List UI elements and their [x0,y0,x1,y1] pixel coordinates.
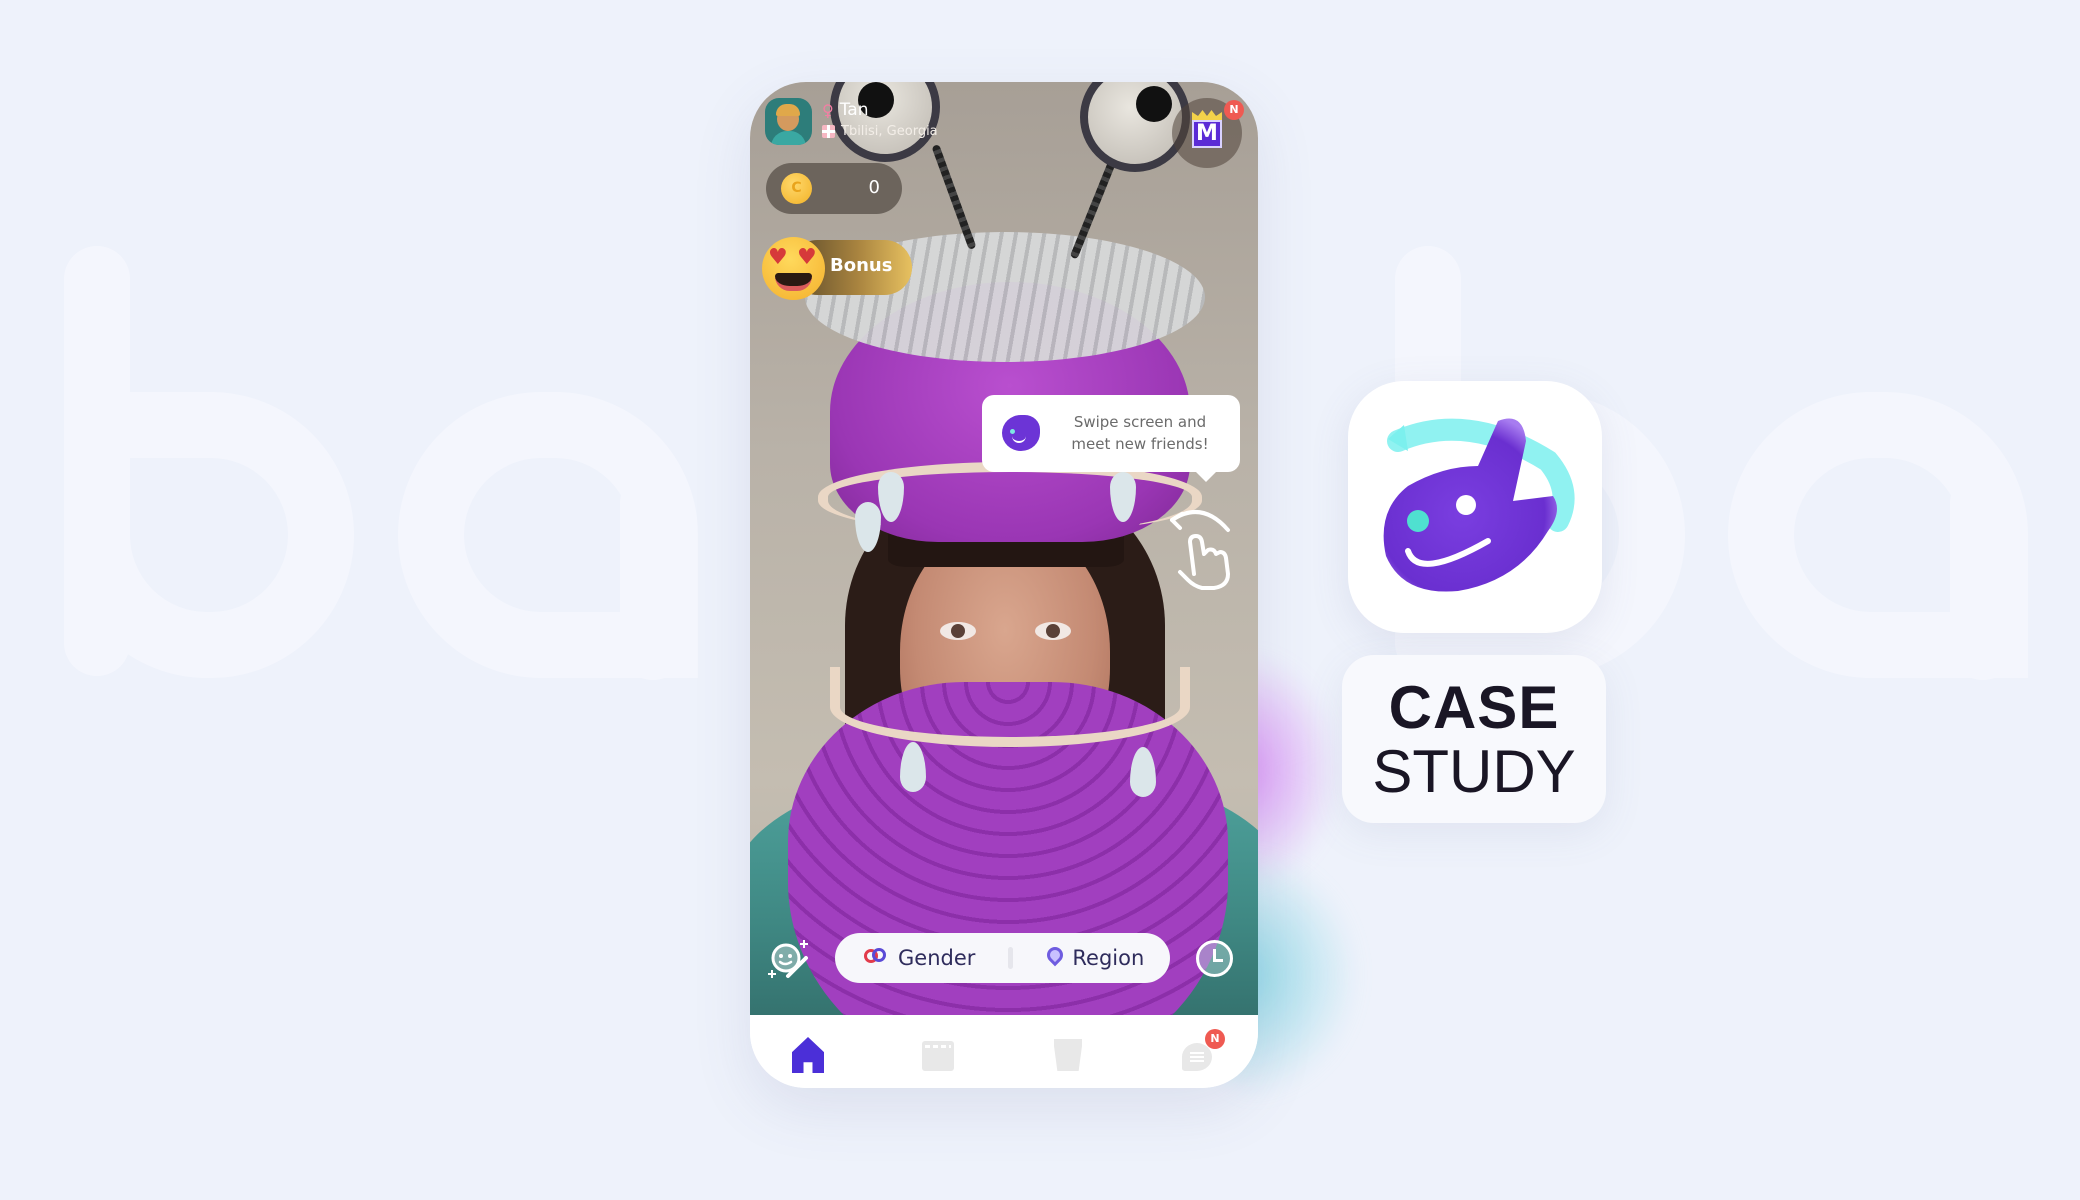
georgia-flag-icon [822,125,835,138]
ar-mask-lower-rim [830,667,1190,747]
camera-feed-eye [940,622,976,640]
clapperboard-icon [922,1041,954,1071]
messages-notification-badge: N [1205,1029,1225,1049]
camera-feed-eye [1035,622,1071,640]
coin-balance-button[interactable]: C 0 [766,163,902,214]
vip-button[interactable]: M N [1172,98,1244,168]
app-logo-icon [1383,418,1575,592]
face-effects-icon[interactable] [766,936,812,982]
watermark-letter-a-stem [620,470,686,680]
gender-filter-button[interactable]: Gender [864,946,975,970]
nav-item-gifts[interactable] [1050,1037,1086,1073]
nav-item-stories[interactable] [920,1037,956,1073]
heart-eyes-emoji-icon: ♥ ♥ [762,237,825,300]
filter-bar: Gender Region [835,933,1170,983]
swipe-hand-icon [1170,510,1230,590]
region-filter-label: Region [1072,946,1145,970]
filter-divider [1008,947,1014,969]
swipe-tooltip: Swipe screen and meet new friends! [982,395,1240,482]
bottom-navigation: N [750,1015,1258,1088]
vip-notification-badge: N [1224,100,1244,120]
coin-icon: C [781,173,812,204]
user-location: Tbilisi, Georgia [841,124,938,139]
user-avatar[interactable] [765,98,812,145]
watermark-letter-b-bowl [64,392,354,678]
nav-item-home[interactable] [789,1037,825,1073]
case-study-title-line2: STUDY [1372,738,1576,805]
vip-m-icon: M [1192,120,1222,148]
ar-mask-eyeball [830,82,940,162]
cup-heart-icon [1054,1039,1082,1071]
tooltip-text: Swipe screen and meet new friends! [1071,413,1209,453]
watermark-letter-a-stem [1950,470,2016,680]
gender-icon [864,946,890,970]
case-study-title-line1: CASE [1388,674,1560,741]
coin-count: 0 [868,177,880,198]
app-logo-icon [1002,415,1040,451]
location-pin-icon [1044,943,1067,969]
case-study-card: CASE STUDY [1342,655,1606,823]
phone-mockup: ♀ Tan Tbilisi, Georgia M N C 0 Bonus ♥ ♥ [750,82,1258,1088]
clock-icon[interactable] [1196,940,1233,977]
home-icon [792,1037,824,1073]
user-name: Tan [839,100,869,120]
nav-item-messages[interactable]: N [1180,1029,1225,1073]
video-chat-camera-feed[interactable]: ♀ Tan Tbilisi, Georgia M N C 0 Bonus ♥ ♥ [750,82,1258,1015]
user-name-row[interactable]: ♀ Tan [822,100,868,120]
user-location-row: Tbilisi, Georgia [822,124,938,139]
chat-icon [1182,1043,1212,1071]
bonus-label: Bonus [830,255,893,276]
app-icon [1348,381,1602,633]
crown-icon [1192,110,1222,120]
female-icon: ♀ [822,100,834,120]
gender-filter-label: Gender [898,946,976,970]
region-filter-button[interactable]: Region [1044,943,1145,970]
